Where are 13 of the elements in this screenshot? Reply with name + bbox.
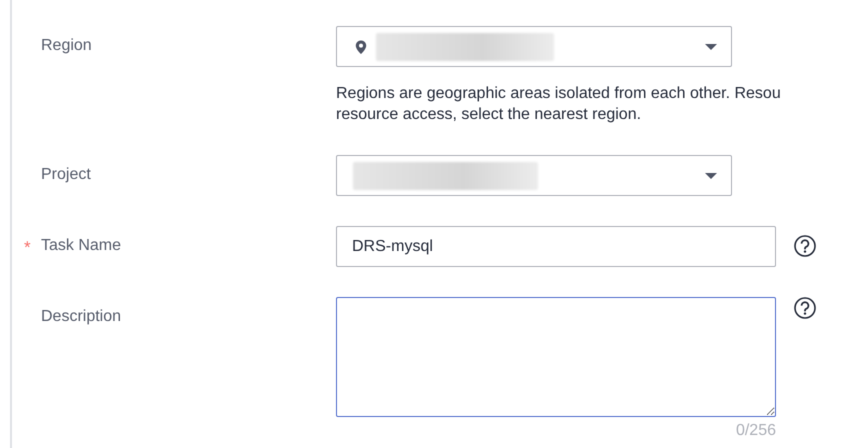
field-label: Task Name	[41, 237, 122, 254]
required-mark: *	[24, 237, 31, 259]
hint-text: Regions are geographic areas isolated from each other. Resou resource access, select the nearest region.	[336, 84, 781, 125]
field-label: Project	[41, 166, 91, 183]
field-label: Description	[41, 308, 122, 325]
caret-icon	[705, 172, 717, 178]
text-field[interactable]: DRS-mysql	[336, 226, 776, 267]
caret-icon	[705, 44, 717, 50]
character-counter: 0/256	[736, 421, 776, 441]
dropdown[interactable]	[336, 26, 732, 67]
description-field[interactable]	[336, 297, 776, 417]
field-label: Region	[41, 37, 92, 54]
dropdown[interactable]	[336, 155, 732, 196]
